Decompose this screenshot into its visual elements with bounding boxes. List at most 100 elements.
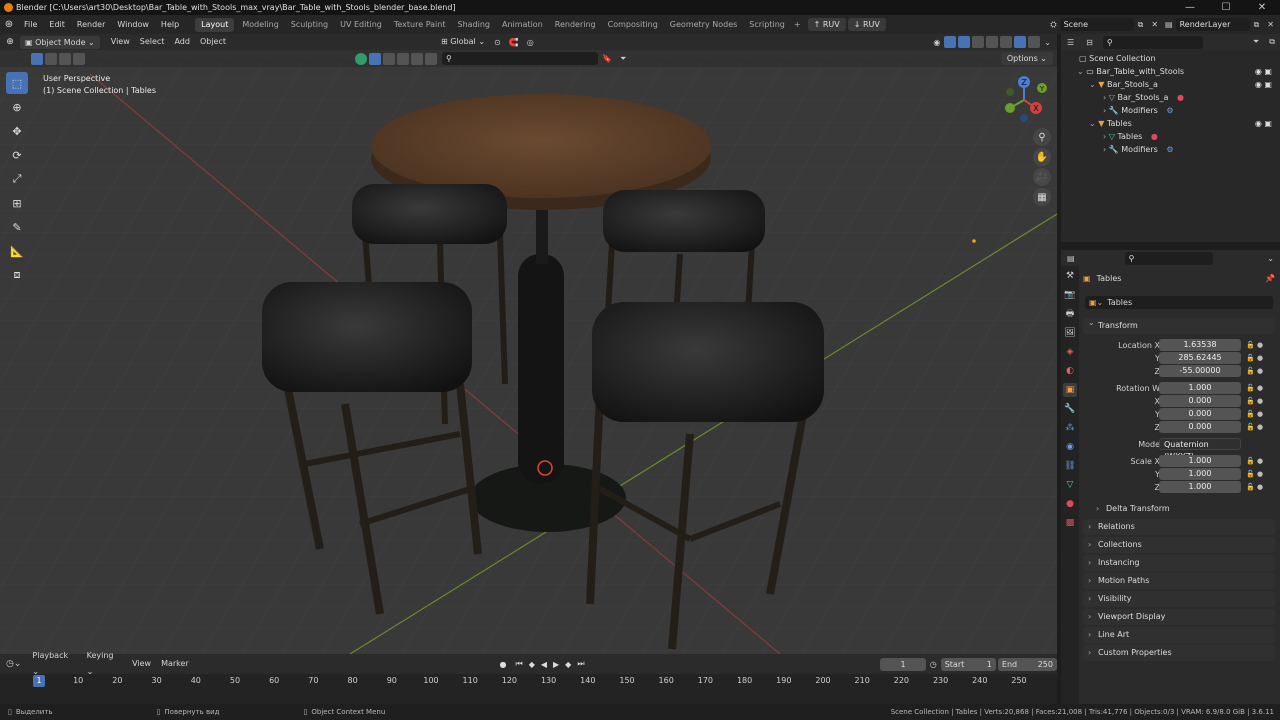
xray-toggle-icon[interactable] [972, 36, 985, 48]
outliner-row-bar-stools[interactable]: ⌄ ▼ Bar_Stools_a ◉ ▣ [1061, 78, 1280, 91]
outliner-row-tables-mesh[interactable]: › ▽ Tables ● [1061, 130, 1280, 143]
lock-icon[interactable]: 🔓 ● [1246, 468, 1263, 481]
shading-solid-icon[interactable] [1000, 36, 1013, 48]
filter-empty-icon[interactable] [425, 52, 437, 65]
gizmo-toggle-icon[interactable] [944, 36, 957, 48]
location-y-field[interactable]: 285.62445 [1159, 352, 1241, 364]
options-dropdown[interactable]: Options ⌄ [1000, 52, 1053, 65]
snap-icon[interactable]: 🧲 [505, 38, 523, 47]
data-tab-icon[interactable]: ▽ [1063, 478, 1077, 492]
rotation-z-field[interactable]: 0.000 [1159, 421, 1241, 433]
menu-timeline-view[interactable]: View [127, 656, 156, 672]
blender-menu-icon[interactable]: ⊛ [0, 19, 18, 30]
tab-layout[interactable]: Layout [195, 17, 235, 32]
cursor-tool-icon[interactable]: ⊕ [6, 96, 28, 118]
menu-edit[interactable]: Edit [43, 15, 71, 34]
scale-z-field[interactable]: 1.000 [1159, 481, 1241, 493]
shading-material-icon[interactable] [1014, 36, 1027, 48]
pan-hand-icon[interactable]: ✋ [1033, 148, 1051, 166]
minimize-button[interactable]: — [1172, 0, 1208, 15]
proportional-edit-icon[interactable]: ◎ [523, 38, 538, 47]
outliner-row-modifiers[interactable]: › 🔧 Modifiers ⚙ [1061, 104, 1280, 117]
panel-motion-paths[interactable]: Motion Paths [1083, 573, 1275, 589]
object-tab-icon[interactable]: ▣ [1063, 383, 1077, 397]
select-mode-subtract-icon[interactable] [59, 52, 71, 65]
filter-camera-icon[interactable] [411, 52, 423, 65]
menu-object[interactable]: Object [195, 34, 231, 50]
visibility-eye-icon[interactable]: ◉ ▣ [1255, 117, 1272, 130]
panel-transform[interactable]: Transform [1083, 315, 1275, 334]
delete-view-layer-icon[interactable]: ✕ [1263, 20, 1280, 29]
lock-icon[interactable]: 🔓 ● [1246, 382, 1263, 395]
jump-end-icon[interactable]: ⏭ [574, 659, 587, 669]
tab-texture-paint[interactable]: Texture Paint [388, 15, 452, 34]
view-layer-field[interactable]: RenderLayer [1175, 18, 1250, 31]
scale-y-field[interactable]: 1.000 [1159, 468, 1241, 480]
overlay-toggle-icon[interactable] [958, 36, 971, 48]
rotate-tool-icon[interactable]: ⟳ [6, 144, 28, 166]
outliner-row-modifiers[interactable]: › 🔧 Modifiers ⚙ [1061, 143, 1280, 156]
panel-visibility[interactable]: Visibility [1083, 591, 1275, 607]
transform-tool-icon[interactable]: ⊞ [6, 192, 28, 214]
physics-tab-icon[interactable]: ◉ [1063, 440, 1077, 454]
current-frame-field[interactable]: 1 [880, 657, 926, 671]
filter-light-icon[interactable] [397, 52, 409, 65]
menu-select[interactable]: Select [135, 34, 170, 50]
gizmo-neg-z-icon[interactable] [1020, 114, 1028, 122]
panel-instancing[interactable]: Instancing [1083, 555, 1275, 571]
menu-add[interactable]: Add [169, 34, 195, 50]
rotation-y-field[interactable]: 0.000 [1159, 408, 1241, 420]
new-scene-icon[interactable]: ⧉ [1134, 20, 1148, 30]
camera-view-icon[interactable]: 🎥 [1033, 168, 1051, 186]
tool-tab-icon[interactable]: ⚒ [1063, 269, 1077, 283]
3d-viewport[interactable] [0, 34, 1057, 654]
delete-scene-icon[interactable]: ✕ [1147, 20, 1162, 29]
modifier-badge-icon[interactable]: ⚙ [1160, 106, 1173, 115]
scene-tab-icon[interactable]: ◈ [1063, 345, 1077, 359]
panel-collections[interactable]: Collections [1083, 537, 1275, 553]
gizmo-neg-y-icon[interactable] [1006, 88, 1014, 96]
jump-start-icon[interactable]: ⏮ [512, 659, 525, 669]
playhead[interactable]: 1 [33, 675, 45, 687]
rotation-w-field[interactable]: 1.000 [1159, 382, 1241, 394]
menu-file[interactable]: File [18, 15, 43, 34]
material-icon[interactable]: ● [1145, 132, 1158, 141]
view-layer-tab-icon[interactable]: 🖼 [1063, 326, 1077, 340]
outliner-search-input[interactable]: ⚲ [1102, 35, 1203, 49]
viewport-search-input[interactable]: ⚲ [442, 52, 598, 65]
new-collection-icon[interactable]: ⧉ [1264, 37, 1280, 47]
tab-uv-editing[interactable]: UV Editing [334, 15, 388, 34]
lock-icon[interactable]: 🔓 ● [1246, 339, 1263, 352]
visibility-icon[interactable]: ◉ [930, 38, 943, 47]
shading-options-icon[interactable]: ⌄ [1041, 38, 1057, 47]
lock-icon[interactable]: 🔓 ● [1246, 352, 1263, 365]
lock-icon[interactable]: 🔓 ● [1246, 421, 1263, 434]
ruv-up-button[interactable]: ↑ RUV [807, 18, 846, 31]
location-z-field[interactable]: -55.00000 [1159, 365, 1241, 377]
material-tab-icon[interactable]: ● [1063, 497, 1077, 511]
particles-tab-icon[interactable]: ⁂ [1063, 421, 1077, 435]
menu-render[interactable]: Render [71, 15, 111, 34]
panel-viewport-display[interactable]: Viewport Display [1083, 609, 1275, 625]
filter-mesh-icon[interactable] [383, 52, 395, 65]
material-icon[interactable]: ● [1171, 93, 1184, 102]
next-keyframe-icon[interactable]: ◆ [562, 660, 574, 669]
scene-field[interactable]: Scene [1059, 18, 1134, 31]
outliner-row-bar-stools-mesh[interactable]: › ▽ Bar_Stools_a ● [1061, 91, 1280, 104]
modifier-tab-icon[interactable]: 🔧 [1063, 402, 1077, 416]
move-tool-icon[interactable]: ✥ [6, 120, 28, 142]
select-box-tool-icon[interactable]: ⬚ [6, 72, 28, 94]
world-tab-icon[interactable]: ◐ [1063, 364, 1077, 378]
location-x-field[interactable]: 1.63538 [1159, 339, 1241, 351]
rotation-mode-dropdown[interactable]: Quaternion (WXYZ) ⌄ [1159, 438, 1241, 461]
rotation-x-field[interactable]: 0.000 [1159, 395, 1241, 407]
editor-type-icon[interactable]: ⊕ [0, 37, 20, 47]
menu-view[interactable]: View [106, 34, 135, 50]
outliner-editor-icon[interactable]: ☰ [1061, 38, 1080, 47]
close-button[interactable]: ✕ [1244, 0, 1280, 15]
lock-icon[interactable]: 🔓 ● [1246, 395, 1263, 408]
new-view-layer-icon[interactable]: ⧉ [1250, 20, 1264, 30]
lock-icon[interactable]: 🔓 ● [1246, 408, 1263, 421]
filter-funnel-icon[interactable]: ⏷ [616, 54, 630, 64]
shading-rendered-icon[interactable] [1028, 36, 1041, 48]
